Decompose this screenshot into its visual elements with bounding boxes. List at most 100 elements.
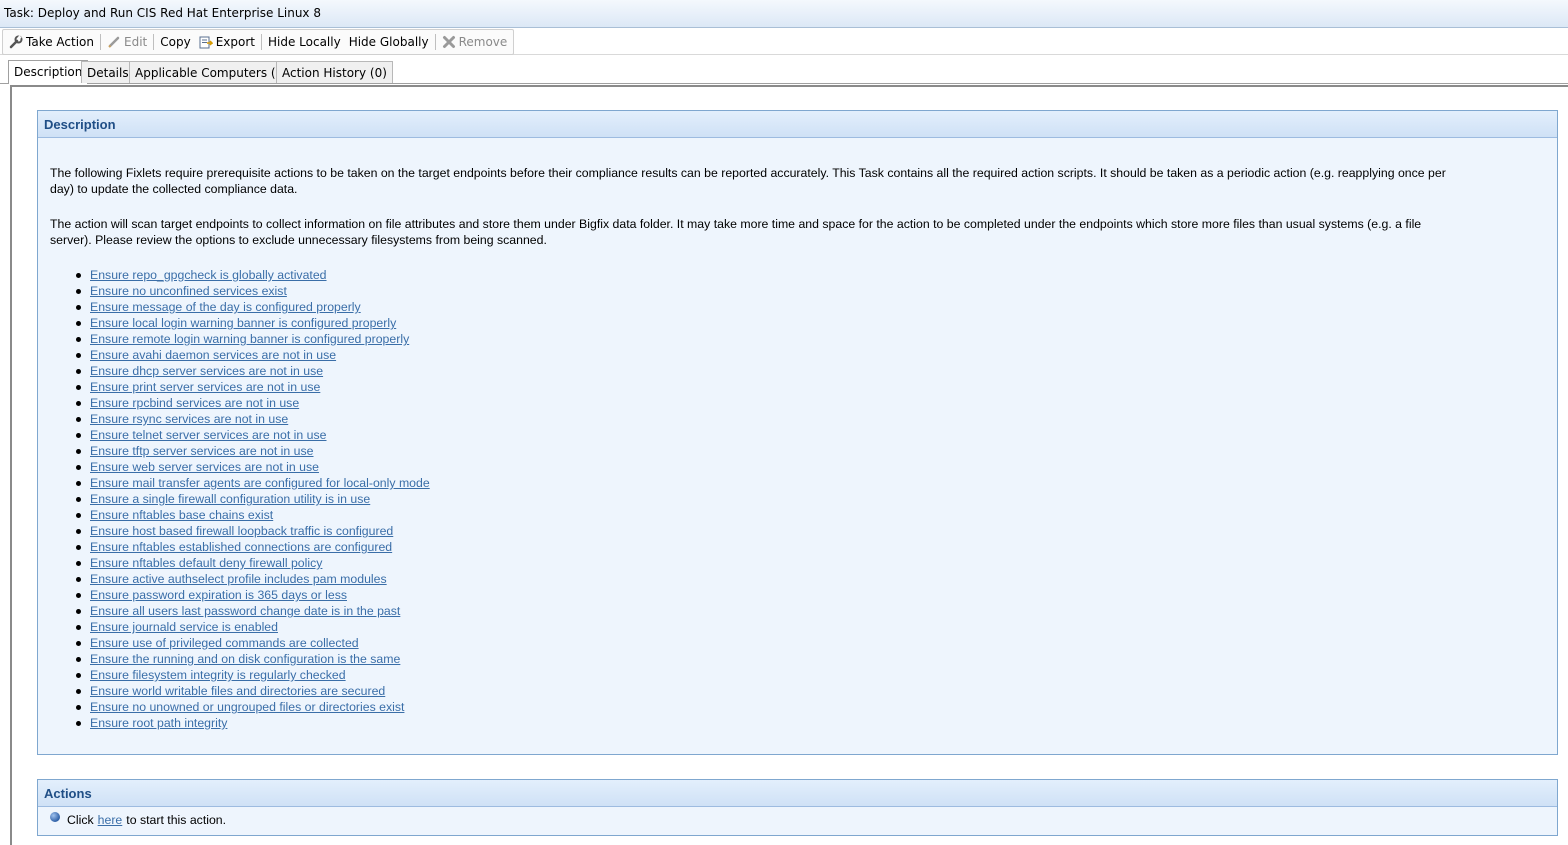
toolbar-separator	[260, 34, 262, 50]
list-item: Ensure rpcbind services are not in use	[76, 395, 430, 411]
list-item: Ensure password expiration is 365 days o…	[76, 587, 430, 603]
close-icon	[442, 35, 456, 49]
take-action-button[interactable]: Take Action	[5, 31, 98, 53]
fixlet-link[interactable]: Ensure no unowned or ungrouped files or …	[90, 700, 404, 714]
hide-globally-label: Hide Globally	[348, 35, 429, 49]
remove-button[interactable]: Remove	[438, 31, 512, 53]
list-item: Ensure nftables base chains exist	[76, 507, 430, 523]
list-item: Ensure no unconfined services exist	[76, 283, 430, 299]
toolbar-separator	[100, 34, 101, 50]
description-paragraph-2: The action will scan target endpoints to…	[50, 217, 1422, 247]
list-item: Ensure repo_gpgcheck is globally activat…	[76, 267, 430, 283]
action-suffix: to start this action.	[126, 813, 227, 827]
fixlet-link[interactable]: Ensure tftp server services are not in u…	[90, 444, 314, 458]
fixlet-link-list: Ensure repo_gpgcheck is globally activat…	[76, 267, 430, 731]
list-item: Ensure use of privileged commands are co…	[76, 635, 430, 651]
fixlet-link[interactable]: Ensure rpcbind services are not in use	[90, 396, 299, 410]
description-paragraph-1: The following Fixlets require prerequisi…	[50, 166, 1446, 196]
toolbar: Take Action Edit Copy Export Hide Locall…	[0, 28, 1568, 55]
description-header: Description	[38, 111, 1557, 138]
fixlet-link[interactable]: Ensure use of privileged commands are co…	[90, 636, 359, 650]
fixlet-link[interactable]: Ensure avahi daemon services are not in …	[90, 348, 336, 362]
fixlet-link[interactable]: Ensure world writable files and director…	[90, 684, 385, 698]
fixlet-link[interactable]: Ensure mail transfer agents are configur…	[90, 476, 430, 490]
list-item: Ensure local login warning banner is con…	[76, 315, 430, 331]
list-item: Ensure root path integrity	[76, 715, 430, 731]
list-item: Ensure all users last password change da…	[76, 603, 430, 619]
tab-action-history[interactable]: Action History (0)	[276, 61, 393, 83]
fixlet-link[interactable]: Ensure message of the day is configured …	[90, 300, 361, 314]
actions-section: Actions Click here to start this action.	[37, 779, 1558, 836]
fixlet-link[interactable]: Ensure repo_gpgcheck is globally activat…	[90, 268, 327, 282]
list-item: Ensure dhcp server services are not in u…	[76, 363, 430, 379]
fixlet-link[interactable]: Ensure journald service is enabled	[90, 620, 278, 634]
fixlet-link[interactable]: Ensure active authselect profile include…	[90, 572, 387, 586]
list-item: Ensure web server services are not in us…	[76, 459, 430, 475]
list-item: Ensure mail transfer agents are configur…	[76, 475, 430, 491]
window-title: Task: Deploy and Run CIS Red Hat Enterpr…	[4, 6, 321, 20]
fixlet-link[interactable]: Ensure password expiration is 365 days o…	[90, 588, 347, 602]
copy-label: Copy	[160, 35, 191, 49]
hide-locally-label: Hide Locally	[267, 35, 341, 49]
fixlet-link[interactable]: Ensure a single firewall configuration u…	[90, 492, 370, 506]
toolbar-separator	[153, 34, 155, 50]
action-prefix: Click	[67, 813, 94, 827]
fixlet-link[interactable]: Ensure all users last password change da…	[90, 604, 400, 618]
list-item: Ensure avahi daemon services are not in …	[76, 347, 430, 363]
fixlet-link[interactable]: Ensure dhcp server services are not in u…	[90, 364, 323, 378]
list-item: Ensure filesystem integrity is regularly…	[76, 667, 430, 683]
fixlet-link[interactable]: Ensure no unconfined services exist	[90, 284, 287, 298]
description-section: Description The following Fixlets requir…	[37, 110, 1558, 755]
remove-label: Remove	[458, 35, 508, 49]
list-item: Ensure world writable files and director…	[76, 683, 430, 699]
fixlet-link[interactable]: Ensure nftables default deny firewall po…	[90, 556, 322, 570]
tab-bar: Description Details Applicable Computers…	[0, 55, 1568, 84]
fixlet-link[interactable]: Ensure local login warning banner is con…	[90, 316, 396, 330]
list-item: Ensure no unowned or ungrouped files or …	[76, 699, 430, 715]
tab-applicable-computers[interactable]: Applicable Computers (0)	[129, 61, 294, 83]
list-item: Ensure nftables default deny firewall po…	[76, 555, 430, 571]
action-bullet-icon	[50, 812, 60, 822]
list-item: Ensure tftp server services are not in u…	[76, 443, 430, 459]
list-item: Ensure print server services are not in …	[76, 379, 430, 395]
edit-button[interactable]: Edit	[103, 31, 151, 53]
fixlet-link[interactable]: Ensure nftables base chains exist	[90, 508, 273, 522]
take-action-label: Take Action	[26, 35, 94, 49]
list-item: Ensure a single firewall configuration u…	[76, 491, 430, 507]
wrench-icon	[9, 35, 23, 49]
action-row: Click here to start this action.	[50, 812, 227, 827]
fixlet-link[interactable]: Ensure nftables established connections …	[90, 540, 392, 554]
list-item: Ensure remote login warning banner is co…	[76, 331, 430, 347]
export-label: Export	[215, 35, 255, 49]
toolbar-button-group: Take Action Edit Copy Export Hide Locall…	[2, 29, 515, 55]
list-item: Ensure active authselect profile include…	[76, 571, 430, 587]
edit-label: Edit	[124, 35, 148, 49]
fixlet-link[interactable]: Ensure rsync services are not in use	[90, 412, 288, 426]
tab-description[interactable]: Description	[8, 60, 89, 84]
list-item: Ensure rsync services are not in use	[76, 411, 430, 427]
fixlet-link[interactable]: Ensure remote login warning banner is co…	[90, 332, 409, 346]
list-item: Ensure nftables established connections …	[76, 539, 430, 555]
export-button[interactable]: Export	[195, 31, 259, 53]
fixlet-link[interactable]: Ensure filesystem integrity is regularly…	[90, 668, 346, 682]
fixlet-link[interactable]: Ensure telnet server services are not in…	[90, 428, 327, 442]
list-item: Ensure telnet server services are not in…	[76, 427, 430, 443]
actions-header: Actions	[38, 780, 1557, 807]
list-item: Ensure message of the day is configured …	[76, 299, 430, 315]
copy-button[interactable]: Copy	[156, 31, 194, 53]
list-item: Ensure host based firewall loopback traf…	[76, 523, 430, 539]
pencil-icon	[107, 35, 121, 49]
fixlet-link[interactable]: Ensure web server services are not in us…	[90, 460, 319, 474]
list-item: Ensure the running and on disk configura…	[76, 651, 430, 667]
fixlet-link[interactable]: Ensure print server services are not in …	[90, 380, 320, 394]
hide-locally-button[interactable]: Hide Locally	[264, 31, 345, 53]
export-icon	[199, 35, 214, 49]
fixlet-link[interactable]: Ensure host based firewall loopback traf…	[90, 524, 393, 538]
list-item: Ensure journald service is enabled	[76, 619, 430, 635]
fixlet-link[interactable]: Ensure root path integrity	[90, 716, 227, 730]
toolbar-separator	[434, 34, 436, 50]
tab-details[interactable]: Details	[81, 61, 135, 83]
hide-globally-button[interactable]: Hide Globally	[345, 31, 433, 53]
start-action-link[interactable]: here	[98, 813, 123, 827]
fixlet-link[interactable]: Ensure the running and on disk configura…	[90, 652, 400, 666]
